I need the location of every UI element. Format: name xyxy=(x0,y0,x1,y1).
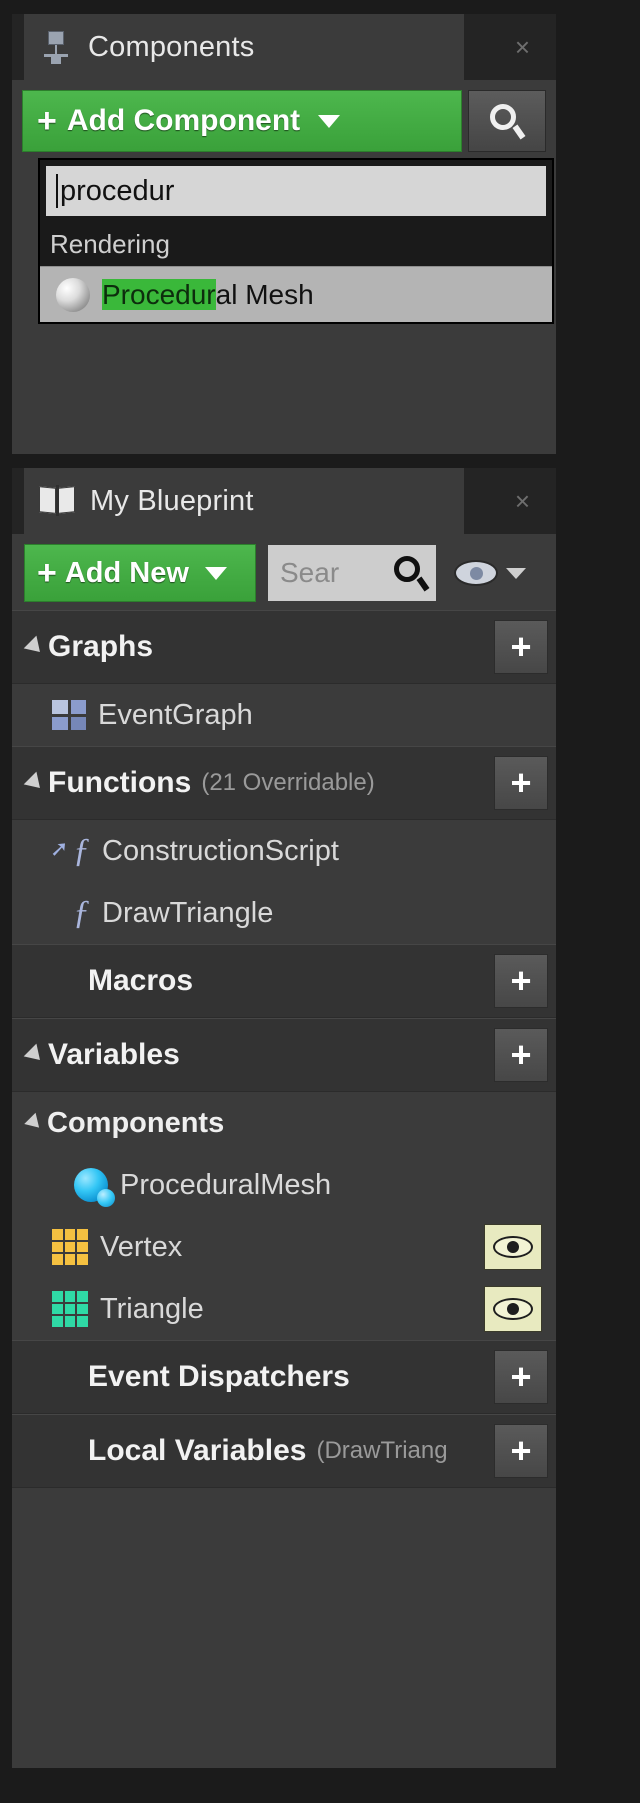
sphere-icon xyxy=(56,277,90,312)
tab-components[interactable]: Components xyxy=(24,14,464,80)
add-component-row: + Add Component xyxy=(22,90,546,152)
section-local-variables[interactable]: Local Variables (DrawTriang + xyxy=(12,1414,556,1488)
section-event-dispatchers-label: Event Dispatchers xyxy=(88,1360,350,1393)
components-body: + Add Component procedur Rendering Proce… xyxy=(12,80,556,454)
tab-my-blueprint-label: My Blueprint xyxy=(90,484,254,517)
visibility-toggle-triangle[interactable] xyxy=(484,1286,542,1332)
my-blueprint-body: + Add New Sear Graphs + EventGraph Funct… xyxy=(12,534,556,1496)
tab-components-label: Components xyxy=(88,30,255,63)
tree-item-vertex[interactable]: Vertex xyxy=(12,1216,556,1278)
components-panel: Components × + Add Component procedur Re… xyxy=(12,14,556,454)
components-tabbar: Components × xyxy=(12,14,556,80)
component-search-input[interactable]: procedur xyxy=(46,166,546,216)
my-blueprint-tree: Graphs + EventGraph Functions (21 Overri… xyxy=(12,610,556,1488)
tree-item-label: ProceduralMesh xyxy=(120,1168,332,1201)
close-icon[interactable]: × xyxy=(515,488,530,514)
search-match-highlight: Procedur xyxy=(102,278,216,310)
function-icon: ƒ xyxy=(73,894,90,931)
add-new-label: Add New xyxy=(64,556,189,589)
dropdown-item-label: Procedural Mesh xyxy=(102,278,314,311)
expand-arrow-icon[interactable] xyxy=(24,1112,45,1134)
subsection-components-label: Components xyxy=(47,1106,225,1139)
section-functions-subtitle: (21 Overridable) xyxy=(201,769,375,796)
dropdown-category-rendering: Rendering xyxy=(40,222,552,266)
tree-item-label: Triangle xyxy=(100,1292,204,1325)
blueprint-editor-left-panels: Components × + Add Component procedur Re… xyxy=(0,0,640,1803)
tree-item-label: ConstructionScript xyxy=(102,834,339,867)
section-variables[interactable]: Variables + xyxy=(12,1018,556,1092)
add-macro-button[interactable]: + xyxy=(494,954,548,1008)
section-functions-label: Functions xyxy=(48,766,192,799)
tree-item-label: EventGraph xyxy=(98,698,253,731)
search-placeholder: Sear xyxy=(280,557,340,588)
add-local-variable-button[interactable]: + xyxy=(494,1424,548,1478)
sphere-icon xyxy=(74,1168,115,1207)
array-icon-gold xyxy=(52,1229,88,1265)
construction-script-icon: ➚ ƒ xyxy=(50,832,90,869)
eye-icon xyxy=(454,560,498,586)
my-blueprint-panel: My Blueprint × + Add New Sear Graphs + E… xyxy=(12,468,556,1768)
tree-item-event-graph[interactable]: EventGraph xyxy=(12,684,556,746)
search-input[interactable]: Sear xyxy=(268,545,436,601)
section-graphs[interactable]: Graphs + xyxy=(12,610,556,684)
blueprint-tabbar: My Blueprint × xyxy=(12,468,556,534)
add-component-dropdown: procedur Rendering Procedural Mesh xyxy=(38,158,554,324)
visibility-toggle-vertex[interactable] xyxy=(484,1224,542,1270)
tree-item-construction-script[interactable]: ➚ ƒ ConstructionScript xyxy=(12,820,556,882)
section-variables-label: Variables xyxy=(48,1038,180,1071)
component-search-value: procedur xyxy=(60,174,175,207)
tree-item-label: DrawTriangle xyxy=(102,896,274,929)
components-icon xyxy=(38,29,74,65)
expand-arrow-icon[interactable] xyxy=(23,771,47,795)
plus-icon: + xyxy=(37,554,57,592)
expand-arrow-icon[interactable] xyxy=(23,1043,47,1067)
visibility-filter-control[interactable] xyxy=(454,560,526,586)
event-graph-icon xyxy=(52,700,86,730)
search-components-button[interactable] xyxy=(468,90,546,152)
magnifier-icon xyxy=(490,104,526,140)
add-component-button[interactable]: + Add Component xyxy=(22,90,462,152)
subsection-components[interactable]: Components xyxy=(12,1092,556,1154)
section-macros[interactable]: Macros + xyxy=(12,944,556,1018)
tree-item-triangle[interactable]: Triangle xyxy=(12,1278,556,1340)
tree-item-label: Vertex xyxy=(100,1230,183,1263)
add-component-label: Add Component xyxy=(66,104,301,137)
eye-icon xyxy=(493,1236,533,1258)
dropdown-item-rest: al Mesh xyxy=(215,278,314,310)
section-event-dispatchers[interactable]: Event Dispatchers + xyxy=(12,1340,556,1414)
chevron-down-icon xyxy=(204,566,227,580)
section-local-variables-label: Local Variables xyxy=(88,1434,307,1467)
dropdown-item-procedural-mesh[interactable]: Procedural Mesh xyxy=(40,266,552,322)
plus-icon: + xyxy=(37,102,57,140)
section-graphs-label: Graphs xyxy=(48,630,154,663)
add-variable-button[interactable]: + xyxy=(494,1028,548,1082)
section-functions[interactable]: Functions (21 Overridable) + xyxy=(12,746,556,820)
book-icon xyxy=(38,485,76,517)
chevron-down-icon xyxy=(506,567,526,579)
eye-icon xyxy=(493,1298,533,1320)
add-function-button[interactable]: + xyxy=(494,756,548,810)
tree-item-draw-triangle[interactable]: ƒ DrawTriangle xyxy=(12,882,556,944)
my-blueprint-toolbar: + Add New Sear xyxy=(12,534,556,602)
array-icon-teal xyxy=(52,1291,88,1327)
tree-item-procedural-mesh[interactable]: ProceduralMesh xyxy=(12,1154,556,1216)
add-new-button[interactable]: + Add New xyxy=(24,544,256,602)
add-event-dispatcher-button[interactable]: + xyxy=(494,1350,548,1404)
section-local-variables-subtitle: (DrawTriang xyxy=(316,1437,448,1464)
chevron-down-icon xyxy=(318,114,341,128)
close-icon[interactable]: × xyxy=(515,34,530,60)
tab-my-blueprint[interactable]: My Blueprint xyxy=(24,468,464,534)
expand-arrow-icon[interactable] xyxy=(23,635,47,659)
add-graph-button[interactable]: + xyxy=(494,620,548,674)
magnifier-icon xyxy=(394,556,430,592)
section-macros-label: Macros xyxy=(88,964,194,997)
